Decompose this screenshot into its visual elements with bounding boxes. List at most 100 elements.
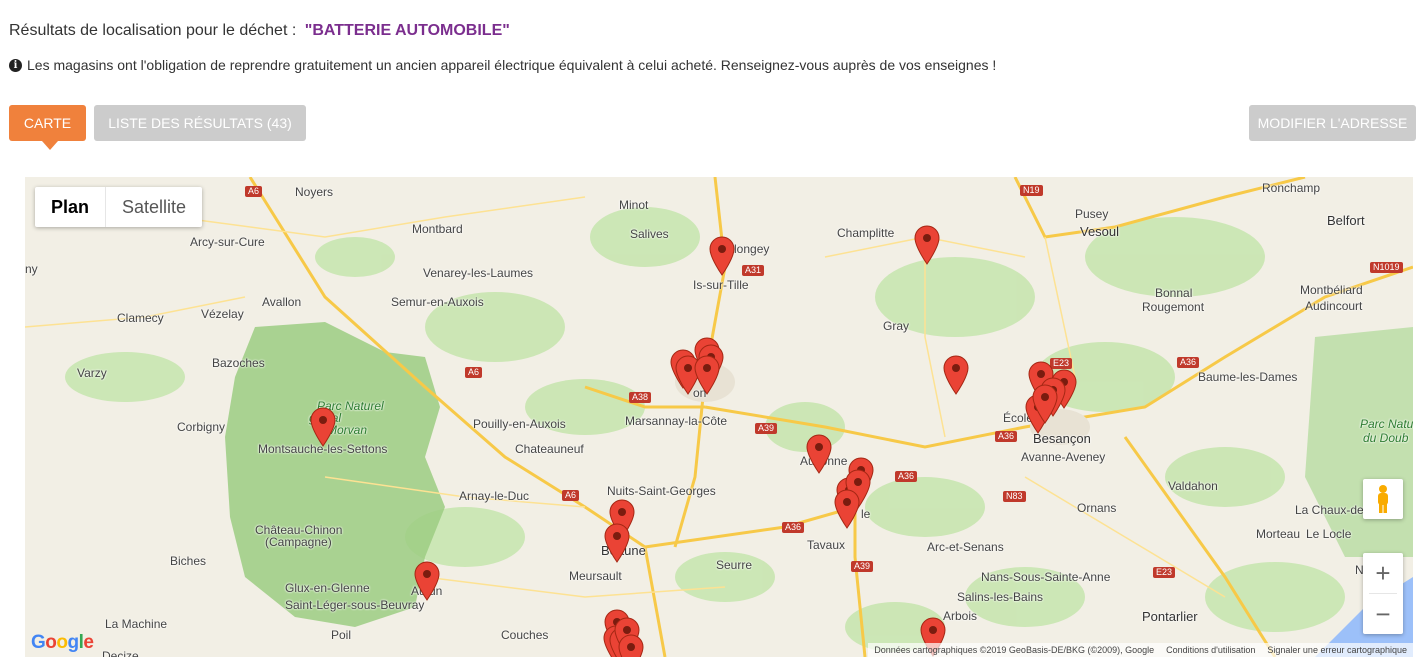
map-marker-pin[interactable] (914, 225, 940, 265)
park-label: Parc Natu (1360, 417, 1413, 431)
place-label: Arbois (943, 609, 978, 623)
place-label: Arc-et-Senans (927, 540, 1004, 554)
place-label: Champlitte (837, 226, 895, 240)
road-shield: A36 (995, 431, 1018, 442)
map-marker-pin[interactable] (1032, 384, 1058, 424)
place-label: Vesoul (1080, 224, 1120, 239)
map-data-credit: Données cartographiques ©2019 GeoBasis-D… (874, 645, 1155, 655)
place-label: Montbéliard (1300, 283, 1363, 297)
map-attribution: Données cartographiques ©2019 GeoBasis-D… (868, 643, 1413, 657)
map-marker-pin[interactable] (943, 355, 969, 395)
place-label: Couches (501, 628, 549, 642)
map-view[interactable]: Noyers Minot Champlitte Pusey Ronchamp B… (25, 177, 1413, 657)
place-label: Pouilly-en-Auxois (473, 417, 566, 431)
place-label: Le Locle (1306, 527, 1352, 541)
map-marker-pin[interactable] (414, 561, 440, 601)
info-text: Les magasins ont l'obligation de reprend… (27, 57, 997, 73)
road-shield: N1019 (1370, 262, 1403, 273)
road-shield: A6 (245, 186, 263, 197)
map-type-control: Plan Satellite (35, 187, 203, 227)
place-label: Pusey (1075, 207, 1109, 221)
place-label: La Machine (105, 617, 168, 631)
place-label: Clamecy (117, 311, 164, 325)
place-label: Tavaux (807, 538, 846, 552)
waste-name: "BATTERIE AUTOMOBILE" (304, 22, 510, 39)
place-label: Gray (883, 319, 910, 333)
info-notice: i Les magasins ont l'obligation de repre… (9, 57, 996, 73)
terms-link[interactable]: Conditions d'utilisation (1166, 643, 1255, 657)
map-marker-pin[interactable] (834, 489, 860, 529)
modify-address-button[interactable]: MODIFIER L'ADRESSE (1249, 105, 1416, 141)
place-label: Ronchamp (1262, 181, 1321, 195)
place-label: le (861, 507, 871, 521)
road-shield: A39 (755, 423, 778, 434)
tab-results-list[interactable]: LISTE DES RÉSULTATS (43) (94, 105, 306, 141)
place-label: Audincourt (1305, 299, 1363, 313)
road-shield: A36 (1177, 357, 1200, 368)
place-label: Montbard (412, 222, 463, 236)
road-shield: A36 (782, 522, 805, 533)
street-view-pegman[interactable] (1363, 479, 1403, 519)
place-label: Vézelay (201, 307, 244, 321)
map-marker-pin[interactable] (806, 434, 832, 474)
place-label: Arnay-le-Duc (459, 489, 530, 503)
park-label: du Doub (1363, 431, 1409, 445)
place-label: Nans-Sous-Sainte-Anne (981, 570, 1111, 584)
place-label: Bazoches (212, 356, 265, 370)
place-label: Glux-en-Glenne (285, 581, 370, 595)
place-label: Decize (102, 649, 139, 657)
zoom-in-button[interactable]: + (1363, 553, 1403, 593)
place-label: Marsannay-la-Côte (625, 414, 728, 428)
place-label: Ornans (1077, 501, 1117, 515)
road-shield: N19 (1020, 185, 1043, 196)
map-marker-pin[interactable] (604, 523, 630, 563)
map-marker-pin[interactable] (310, 407, 336, 447)
place-label: Rougemont (1142, 300, 1205, 314)
tab-map[interactable]: CARTE (9, 105, 86, 150)
zoom-out-button[interactable]: − (1363, 594, 1403, 634)
place-label: Minot (619, 198, 649, 212)
place-label: Nuits-Saint-Georges (607, 484, 716, 498)
road-shield: N83 (1003, 491, 1026, 502)
map-marker-pin[interactable] (694, 355, 720, 395)
pegman-icon (1378, 485, 1388, 513)
road-shield: A31 (742, 265, 765, 276)
map-marker-pin[interactable] (618, 634, 644, 657)
place-label: Pontarlier (1142, 609, 1198, 624)
place-label: Is-sur-Tille (693, 278, 749, 292)
info-icon: i (9, 58, 22, 72)
place-label: Corbigny (177, 420, 226, 434)
road-shield: A36 (895, 471, 918, 482)
google-logo: Google (31, 632, 94, 653)
road-shield: A6 (562, 490, 580, 501)
place-label: Avanne-Aveney (1021, 450, 1106, 464)
place-label: Belfort (1327, 213, 1365, 228)
road-shield: A39 (851, 561, 874, 572)
map-type-plan-button[interactable]: Plan (35, 187, 107, 227)
place-label: Poil (331, 628, 352, 642)
place-label: Bonnal (1155, 286, 1193, 300)
place-label: longey (734, 242, 770, 256)
map-type-satellite-button[interactable]: Satellite (106, 187, 202, 227)
place-label: Valdahon (1168, 479, 1218, 493)
results-title: Résultats de localisation pour le déchet… (9, 22, 510, 40)
place-label: La Chaux-de (1295, 503, 1364, 517)
place-label: Varzy (77, 366, 107, 380)
title-prefix: Résultats de localisation pour le déchet… (9, 22, 297, 39)
place-label: Salives (630, 227, 669, 241)
place-label: Semur-en-Auxois (391, 295, 484, 309)
map-marker-pin[interactable] (709, 236, 735, 276)
place-label: Avallon (262, 295, 302, 309)
place-label: (Campagne) (265, 535, 332, 549)
place-label: Morteau (1256, 527, 1301, 541)
place-label: Venarey-les-Laumes (423, 266, 534, 280)
place-label: Arcy-sur-Cure (190, 235, 265, 249)
place-label: Baume-les-Dames (1198, 370, 1298, 384)
place-label: Seurre (716, 558, 753, 572)
zoom-control: + − (1363, 553, 1403, 634)
road-shield: A6 (465, 367, 483, 378)
place-label: Biches (170, 554, 207, 568)
place-label: ny (25, 262, 38, 276)
report-error-link[interactable]: Signaler une erreur cartographique (1267, 643, 1407, 657)
road-shield: A38 (629, 392, 652, 403)
